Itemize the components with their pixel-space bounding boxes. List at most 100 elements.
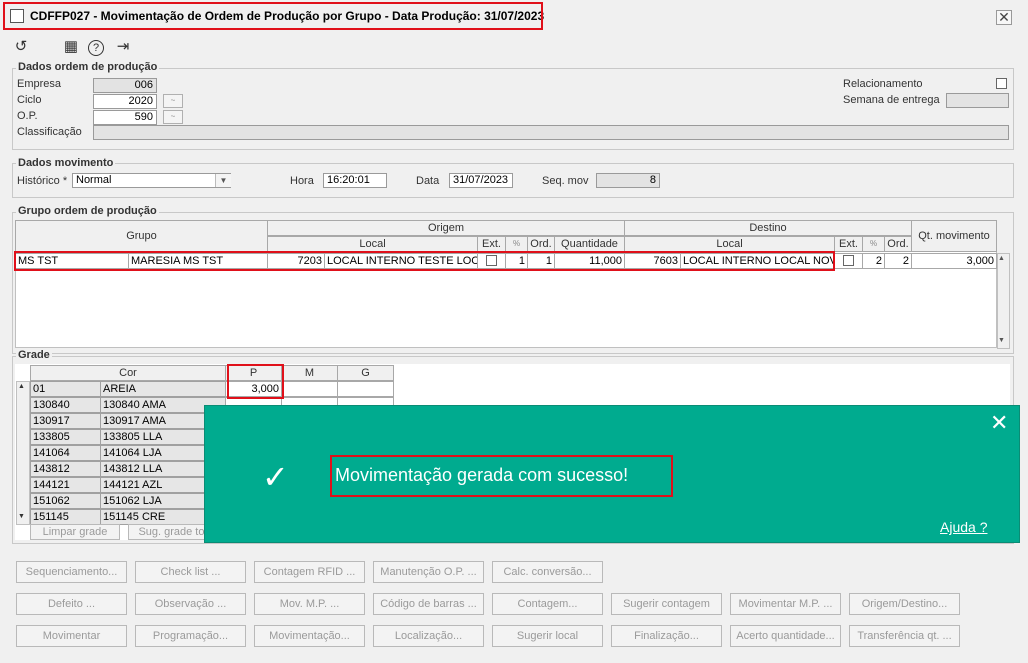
grade-cell-m[interactable]: [281, 381, 338, 397]
op-field[interactable]: 590: [93, 110, 157, 125]
historico-label: Histórico *: [17, 175, 68, 187]
toast-help-link[interactable]: Ajuda ?: [940, 519, 987, 535]
dest-ext-cell[interactable]: [834, 253, 863, 269]
grade-row-code: 151145: [30, 509, 101, 525]
hora-label: Hora: [290, 175, 314, 187]
grade-row-code: 01: [30, 381, 101, 397]
grade-row-code: 144121: [30, 477, 101, 493]
action-button[interactable]: Localização...: [373, 625, 484, 647]
calendar-icon[interactable]: ▦: [62, 38, 80, 56]
grade-scroll-down-icon[interactable]: ▼: [18, 513, 25, 520]
dest-ext-checkbox[interactable]: [843, 255, 854, 266]
semana-label: Semana de entrega: [843, 94, 940, 106]
grade-title: Grade: [16, 349, 52, 361]
qt-movimento-cell[interactable]: 3,000: [911, 253, 997, 269]
grade-scrollbar[interactable]: [16, 381, 30, 525]
relacionamento-checkbox[interactable]: [996, 78, 1007, 89]
header-qt-mov: Qt. movimento: [911, 220, 997, 252]
seq-field: 8: [596, 173, 660, 188]
classificacao-label: Classificação: [17, 126, 82, 138]
header-dest-ord: Ord.: [884, 236, 912, 252]
scroll-down-icon[interactable]: ▼: [998, 337, 1005, 344]
seq-label: Seq. mov: [542, 175, 589, 187]
header-orig-mark: %: [505, 236, 528, 252]
header-orig-ord: Ord.: [527, 236, 555, 252]
hora-field[interactable]: 16:20:01: [323, 173, 387, 188]
action-button[interactable]: Observação ...: [135, 593, 246, 615]
grade-row-code: 141064: [30, 445, 101, 461]
action-button[interactable]: Contagem RFID ...: [254, 561, 365, 583]
toast-close-icon[interactable]: ✕: [990, 410, 1008, 436]
grade-header-m: M: [281, 365, 338, 381]
help-icon[interactable]: ?: [88, 40, 104, 56]
close-icon[interactable]: ✕: [996, 10, 1012, 25]
grade-row-code: 133805: [30, 429, 101, 445]
header-dest-mark: %: [862, 236, 885, 252]
action-button[interactable]: Movimentar: [16, 625, 127, 647]
data-label: Data: [416, 175, 440, 187]
grade-cell-g[interactable]: [337, 381, 394, 397]
action-button[interactable]: Sugerir contagem: [611, 593, 722, 615]
op-label: O.P.: [17, 110, 38, 122]
title-highlight: [3, 2, 543, 30]
grupo-scrollbar[interactable]: [997, 253, 1010, 349]
dados-op-title: Dados ordem de produção: [16, 61, 160, 73]
action-button[interactable]: Defeito ...: [16, 593, 127, 615]
dest-n1-cell: 2: [862, 253, 885, 269]
grade-row-desc: AREIA: [100, 381, 226, 397]
grade-p-highlight: [227, 364, 284, 399]
header-dest-ext: Ext.: [834, 236, 863, 252]
exit-icon[interactable]: ⇥: [114, 38, 132, 56]
grade-row-code: 143812: [30, 461, 101, 477]
header-quantidade: Quantidade: [554, 236, 625, 252]
chevron-down-icon[interactable]: ▼: [215, 174, 231, 187]
ciclo-label: Ciclo: [17, 94, 42, 106]
relacionamento-label: Relacionamento: [843, 78, 923, 90]
action-button[interactable]: Contagem...: [492, 593, 603, 615]
action-button[interactable]: Programação...: [135, 625, 246, 647]
empresa-label: Empresa: [17, 78, 62, 90]
classificacao-field: [93, 125, 1009, 140]
semana-field: [946, 93, 1009, 108]
header-grupo: Grupo: [15, 220, 268, 252]
dados-mov-title: Dados movimento: [16, 157, 116, 169]
dest-ord-cell: 2: [884, 253, 912, 269]
header-orig-local: Local: [267, 236, 478, 252]
header-dest-local: Local: [624, 236, 835, 252]
action-button[interactable]: Transferência qt. ...: [849, 625, 960, 647]
action-button[interactable]: Origem/Destino...: [849, 593, 960, 615]
action-button[interactable]: Finalização...: [611, 625, 722, 647]
toast-message-highlight: [330, 455, 673, 497]
grade-scroll-up-icon[interactable]: ▲: [18, 383, 25, 390]
data-field[interactable]: 31/07/2023: [449, 173, 513, 188]
scroll-up-icon[interactable]: ▲: [998, 255, 1005, 262]
grade-row-code: 151062: [30, 493, 101, 509]
empresa-field: 006: [93, 78, 157, 93]
action-button[interactable]: Sugerir local: [492, 625, 603, 647]
header-destino: Destino: [624, 220, 912, 236]
action-button[interactable]: Mov. M.P. ...: [254, 593, 365, 615]
grupo-row-highlight: [14, 251, 835, 271]
limpar-grade-button[interactable]: Limpar grade: [30, 524, 120, 540]
check-icon: ✓: [262, 459, 289, 495]
action-button[interactable]: Manutenção O.P. ...: [373, 561, 484, 583]
action-button[interactable]: Movimentação...: [254, 625, 365, 647]
grade-row-code: 130917: [30, 413, 101, 429]
grade-header-g: G: [337, 365, 394, 381]
grade-header-cor: Cor: [30, 365, 226, 381]
op-lookup-button[interactable]: ~: [163, 110, 183, 124]
header-orig-ext: Ext.: [477, 236, 506, 252]
grade-row-code: 130840: [30, 397, 101, 413]
action-button[interactable]: Sequenciamento...: [16, 561, 127, 583]
action-button[interactable]: Movimentar M.P. ...: [730, 593, 841, 615]
action-button[interactable]: Calc. conversão...: [492, 561, 603, 583]
header-origem: Origem: [267, 220, 625, 236]
grupo-op-title: Grupo ordem de produção: [16, 205, 159, 217]
historico-select[interactable]: Normal: [72, 173, 231, 188]
ciclo-field[interactable]: 2020: [93, 94, 157, 109]
action-button[interactable]: Check list ...: [135, 561, 246, 583]
action-button[interactable]: Código de barras ...: [373, 593, 484, 615]
ciclo-lookup-button[interactable]: ~: [163, 94, 183, 108]
undo-icon[interactable]: ↺: [12, 38, 30, 56]
action-button[interactable]: Acerto quantidade...: [730, 625, 841, 647]
